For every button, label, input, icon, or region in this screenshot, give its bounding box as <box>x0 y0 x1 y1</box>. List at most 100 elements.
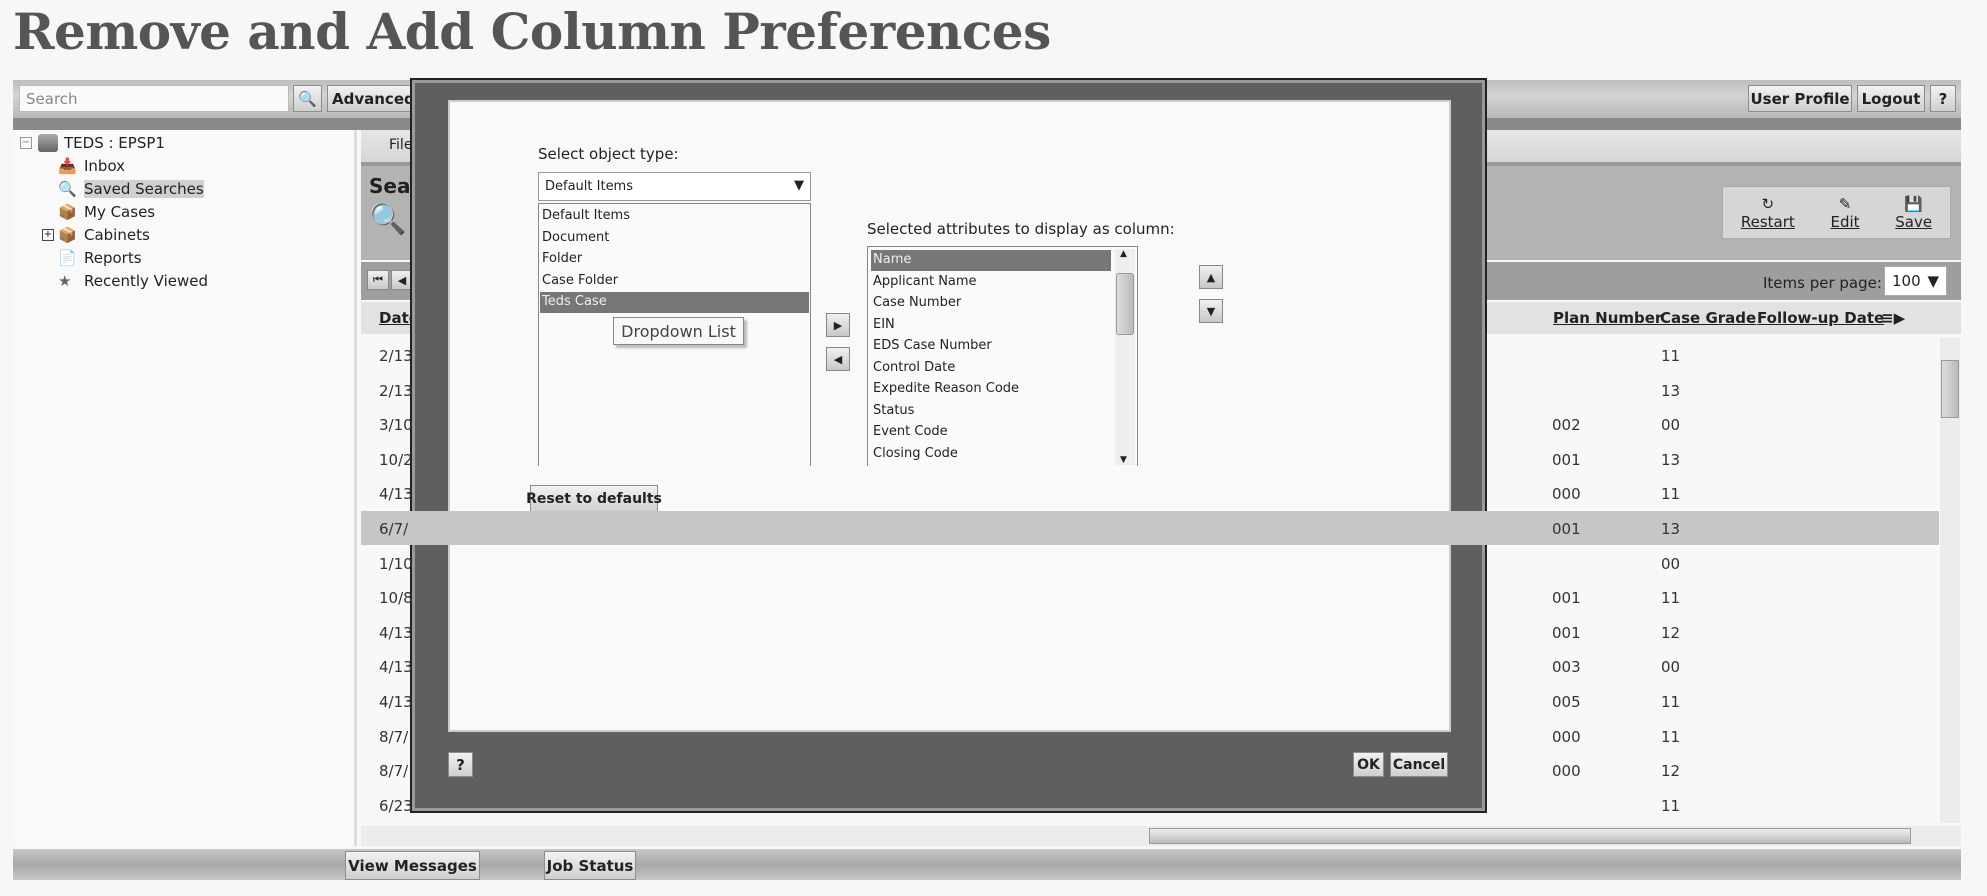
object-type-label: Select object type: <box>538 145 679 163</box>
column-header-followup-date[interactable]: Follow-up Date <box>1757 309 1884 327</box>
cabinets-icon: 📦 <box>58 226 77 244</box>
attribute-option[interactable]: Applicant Name <box>871 272 1111 293</box>
chevron-down-icon: ▼ <box>1927 272 1939 290</box>
table-row[interactable]: 4/13 000 11 <box>361 476 1939 510</box>
logout-button[interactable]: Logout <box>1857 85 1925 112</box>
sidebar-item-inbox[interactable]: 📥 Inbox <box>48 157 125 175</box>
restart-button[interactable]: ↻ Restart <box>1741 195 1795 231</box>
search-icon: 🔍 <box>298 89 317 108</box>
table-row[interactable]: 4/13 005 11 <box>361 684 1939 718</box>
table-row[interactable]: 6/7/001 13 <box>361 511 1939 545</box>
table-row[interactable]: 4/13 001 12 <box>361 615 1939 649</box>
user-profile-button[interactable]: User Profile <box>1748 85 1852 112</box>
advanced-search-button[interactable]: Advanced <box>327 85 417 112</box>
sidebar-item-label: Inbox <box>84 157 126 175</box>
cell-date: 2/13 <box>379 381 413 400</box>
cell-plan: 005 <box>1552 693 1581 711</box>
cell-grade: 00 <box>1661 416 1681 435</box>
sidebar-item-cabinets[interactable]: + 📦 Cabinets <box>42 226 150 244</box>
table-row[interactable]: 4/13 003 00 <box>361 649 1939 683</box>
table-row[interactable]: 10/2 001 13 <box>361 442 1939 476</box>
dropdown-option[interactable]: Default Items <box>540 206 809 227</box>
object-type-value: Default Items <box>545 179 633 194</box>
cases-icon: 📦 <box>58 203 77 221</box>
dropdown-option[interactable]: Folder <box>540 249 809 270</box>
dropdown-option[interactable]: Case Folder <box>540 271 809 292</box>
vertical-scrollbar[interactable] <box>1940 338 1960 823</box>
cell-plan: 001 <box>1552 450 1581 469</box>
tree-root[interactable]: − TEDS : EPSP1 <box>20 134 165 152</box>
restart-icon: ↻ <box>1761 194 1775 213</box>
column-picker-icon[interactable]: ≡▶ <box>1881 309 1905 327</box>
cell-plan: 000 <box>1552 762 1581 781</box>
search-button[interactable]: 🔍 <box>293 85 322 112</box>
job-status-button[interactable]: Job Status <box>544 851 636 880</box>
cell-plan: 000 <box>1552 485 1581 504</box>
cell-date: 4/13 <box>379 658 413 677</box>
sidebar-item-label: Reports <box>84 249 142 267</box>
cell-plan: 002 <box>1552 416 1581 435</box>
action-box: ↻ Restart ✎ Edit 💾 Save <box>1722 186 1951 239</box>
prev-page-button[interactable]: ◀ <box>391 270 413 290</box>
help-button[interactable]: ? <box>1930 85 1956 112</box>
horizontal-scrollbar[interactable] <box>361 826 1961 846</box>
dropdown-option[interactable]: Teds Case <box>540 292 809 313</box>
first-page-button[interactable]: ⏮ <box>367 270 389 290</box>
table-row[interactable]: 1/10 00 <box>361 546 1939 580</box>
attribute-option[interactable]: Case Number <box>871 293 1111 314</box>
table-row[interactable]: 6/23 11 <box>361 788 1939 822</box>
sidebar-item-recently-viewed[interactable]: ★ Recently Viewed <box>48 272 208 290</box>
cell-grade: 12 <box>1661 623 1681 642</box>
expand-icon[interactable]: + <box>42 229 54 241</box>
repository-icon <box>38 134 58 152</box>
cell-plan: 003 <box>1552 658 1581 677</box>
add-attribute-button[interactable]: ▶ <box>826 313 850 337</box>
cell-date: 1/10 <box>379 554 413 573</box>
cell-grade: 11 <box>1661 796 1681 815</box>
action-label: Save <box>1895 212 1933 231</box>
items-per-page-select[interactable]: 100 ▼ <box>1884 266 1947 296</box>
move-up-button[interactable]: ▲ <box>1199 265 1223 289</box>
star-icon: ★ <box>58 272 72 290</box>
table-row[interactable]: 2/13 11 <box>361 338 1939 372</box>
view-messages-button[interactable]: View Messages <box>345 851 480 880</box>
attribute-option[interactable]: Name <box>871 250 1111 271</box>
search-input[interactable]: Search <box>19 85 289 112</box>
sidebar-item-label: Recently Viewed <box>84 272 208 290</box>
move-down-button[interactable]: ▼ <box>1199 299 1223 323</box>
column-header-case-grade[interactable]: Case Grade <box>1660 309 1756 327</box>
column-header-plan-number[interactable]: Plan Number <box>1553 309 1662 327</box>
object-type-select[interactable]: Default Items ▼ <box>538 172 811 201</box>
attribute-option[interactable]: EIN <box>871 315 1111 336</box>
table-row[interactable]: 2/13 13 <box>361 373 1939 407</box>
table-row[interactable]: 3/10 002 00 <box>361 407 1939 441</box>
save-button[interactable]: 💾 Save <box>1895 195 1932 231</box>
sidebar-item-saved-searches[interactable]: 🔍 Saved Searches <box>48 180 204 198</box>
sidebar-item-reports[interactable]: 📄 Reports <box>48 249 142 267</box>
cell-grade: 11 <box>1661 485 1681 504</box>
items-per-page-label: Items per page: <box>1763 274 1882 292</box>
cell-date: 4/13 <box>379 485 413 504</box>
cell-grade: 00 <box>1661 554 1681 573</box>
arrow-up-icon: ▲ <box>1206 270 1216 284</box>
cell-grade: 11 <box>1661 693 1681 711</box>
cell-date: 10/2 <box>379 450 413 469</box>
cell-date: 2/13 <box>379 347 413 365</box>
table-row[interactable]: 8/7/000 12 <box>361 753 1939 787</box>
cell-date: 8/7/ <box>379 762 409 781</box>
table-row[interactable]: 10/8 001 11 <box>361 580 1939 614</box>
action-label: Edit <box>1830 212 1860 231</box>
cell-grade: 11 <box>1661 727 1681 746</box>
sidebar-item-my-cases[interactable]: 📦 My Cases <box>48 203 155 221</box>
cell-grade: 13 <box>1661 381 1681 400</box>
sidebar-item-label: Saved Searches <box>84 180 204 198</box>
cell-plan: 000 <box>1552 727 1581 746</box>
tab-file[interactable]: File <box>389 137 412 153</box>
cell-grade: 11 <box>1661 347 1681 365</box>
cell-date: 3/10 <box>379 416 413 435</box>
table-row[interactable]: 8/7/000 11 <box>361 719 1939 753</box>
cell-date: 8/7/ <box>379 727 409 746</box>
dropdown-option[interactable]: Document <box>540 228 809 249</box>
edit-button[interactable]: ✎ Edit <box>1831 195 1860 231</box>
cell-plan: 001 <box>1552 623 1581 642</box>
